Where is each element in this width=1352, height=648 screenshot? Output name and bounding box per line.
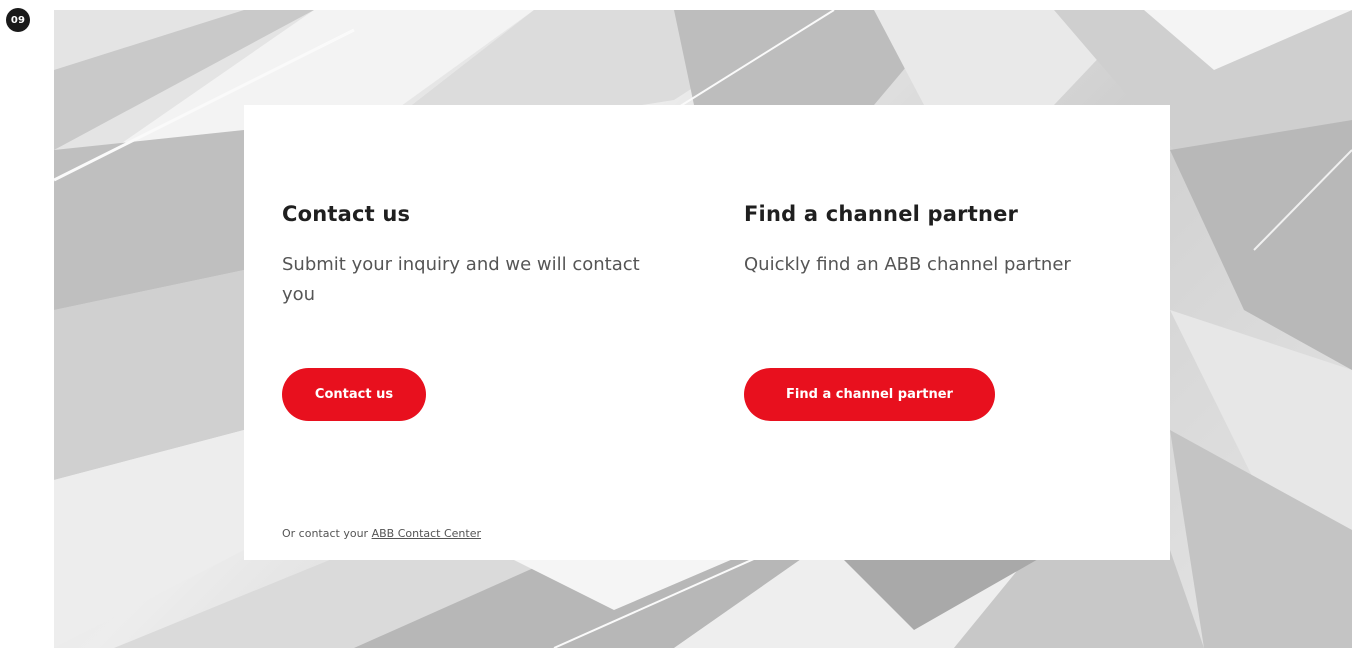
find-channel-partner-button[interactable]: Find a channel partner: [744, 368, 995, 421]
contact-center-prefix: Or contact your: [282, 527, 372, 540]
contact-center-note: Or contact your ABB Contact Center: [282, 527, 481, 540]
contact-center-link[interactable]: ABB Contact Center: [372, 527, 481, 540]
channel-partner-column: Find a channel partner Quickly find an A…: [744, 200, 1124, 280]
contact-us-button[interactable]: Contact us: [282, 368, 426, 421]
channel-partner-description: Quickly find an ABB channel partner: [744, 254, 1071, 275]
contact-us-description: Submit your inquiry and we will contact …: [282, 254, 640, 305]
contact-card: Contact us Submit your inquiry and we wi…: [244, 105, 1170, 560]
hero-background: Contact us Submit your inquiry and we wi…: [54, 10, 1352, 648]
contact-us-heading: Contact us: [282, 202, 411, 226]
step-number-badge: 09: [6, 8, 30, 32]
contact-us-column: Contact us Submit your inquiry and we wi…: [282, 200, 662, 310]
channel-partner-heading: Find a channel partner: [744, 202, 1019, 226]
